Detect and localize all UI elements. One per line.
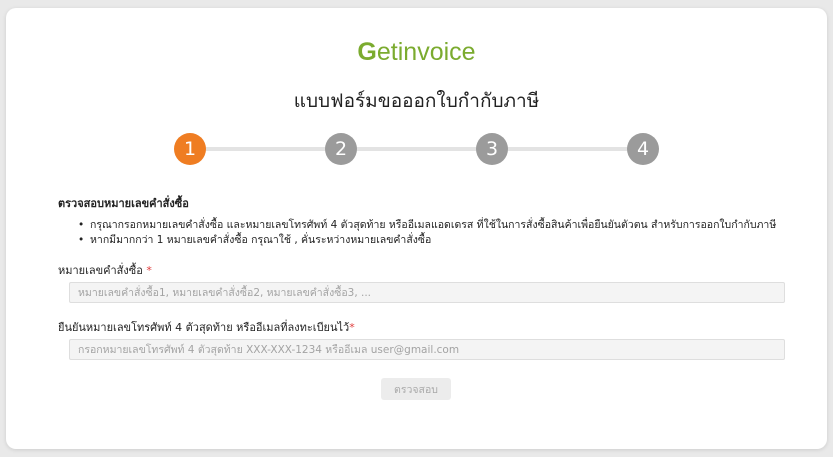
order-number-label: หมายเลขคำสั่งซื้อ * xyxy=(58,261,152,279)
section-title: ตรวจสอบหมายเลขคำสั่งซื้อ xyxy=(58,197,189,210)
logo-text-invoice: invoice xyxy=(397,38,476,66)
step-3: 3 xyxy=(476,133,508,165)
logo-letter-g: G xyxy=(357,38,377,66)
contact-label: ยืนยันหมายเลขโทรศัพท์ 4 ตัวสุดท้าย หรืออ… xyxy=(58,318,355,336)
page-title: แบบฟอร์มขอออกใบกำกับภาษี xyxy=(293,90,540,112)
instruction-list: กรุณากรอกหมายเลขคำสั่งซื้อ และหมายเลขโทร… xyxy=(78,218,776,248)
instruction-item: หากมีมากกว่า 1 หมายเลขคำสั่งซื้อ กรุณาใช… xyxy=(78,233,776,248)
logo-text-et: et xyxy=(376,38,398,66)
contact-label-text: ยืนยันหมายเลขโทรศัพท์ 4 ตัวสุดท้าย หรืออ… xyxy=(58,321,350,334)
step-4: 4 xyxy=(627,133,659,165)
verify-button[interactable]: ตรวจสอบ xyxy=(381,378,451,400)
required-mark: * xyxy=(146,264,152,277)
step-1: 1 xyxy=(174,133,206,165)
order-number-input[interactable] xyxy=(69,282,785,303)
step-2: 2 xyxy=(325,133,357,165)
getinvoice-logo: Getinvoice xyxy=(6,38,827,67)
order-number-label-text: หมายเลขคำสั่งซื้อ xyxy=(58,264,143,277)
form-card: Getinvoice แบบฟอร์มขอออกใบกำกับภาษี 1 2 … xyxy=(6,8,827,449)
instruction-item: กรุณากรอกหมายเลขคำสั่งซื้อ และหมายเลขโทร… xyxy=(78,218,776,233)
stepper: 1 2 3 4 xyxy=(174,126,664,170)
required-mark: * xyxy=(349,321,355,334)
phone-or-email-input[interactable] xyxy=(69,339,785,360)
stepper-track xyxy=(190,147,652,151)
